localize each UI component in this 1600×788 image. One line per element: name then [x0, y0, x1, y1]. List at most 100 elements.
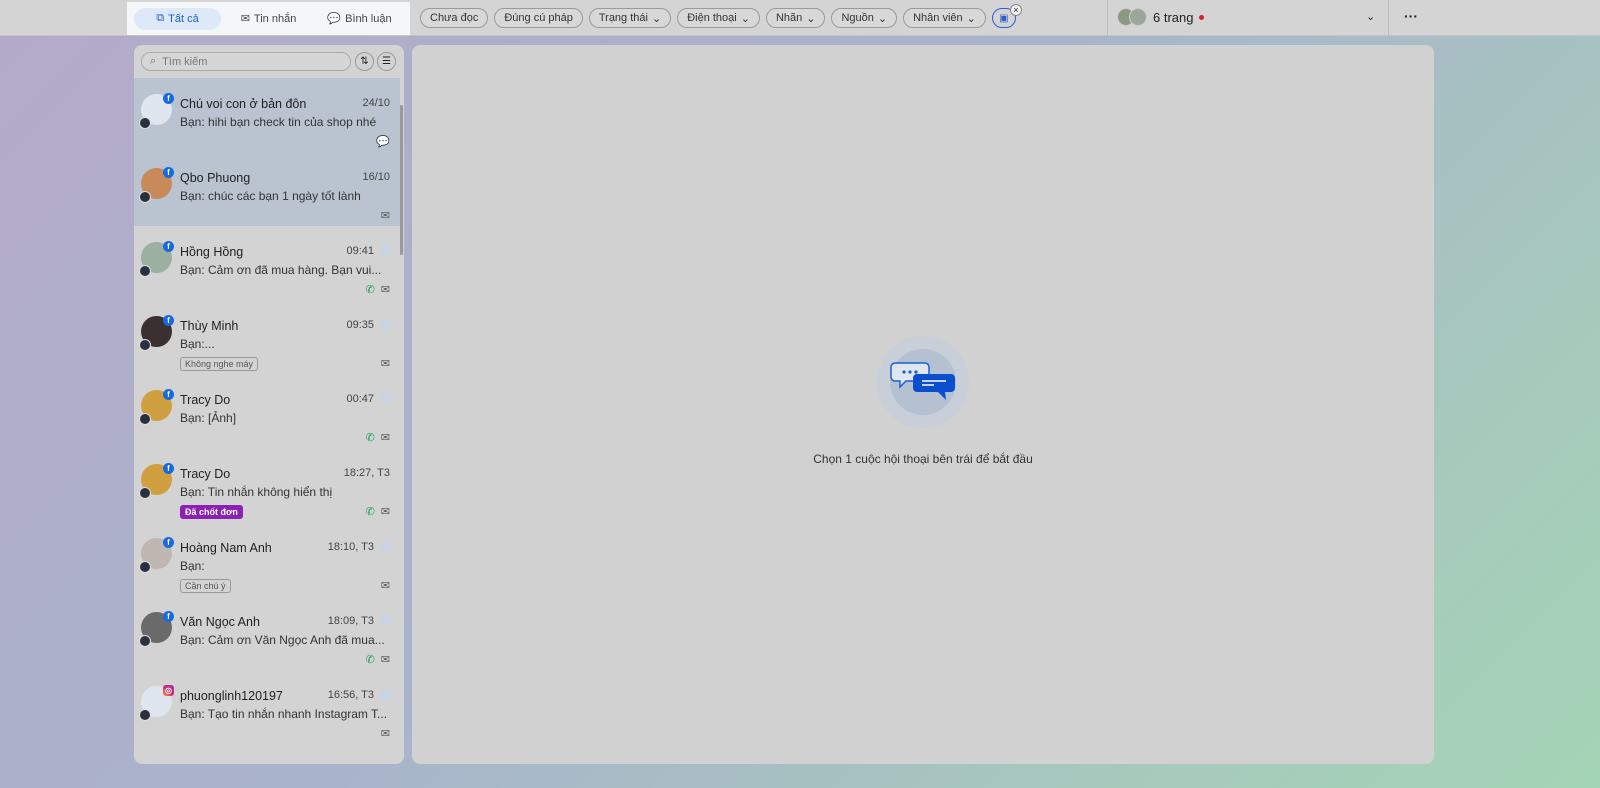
- mail-icon: ✉: [380, 284, 390, 296]
- assignee-icon: [380, 319, 391, 330]
- facebook-icon: f: [163, 389, 174, 400]
- contact-name: Chú voi con ở bản đôn: [180, 97, 307, 111]
- mail-icon: ✉: [380, 506, 390, 518]
- scrollbar[interactable]: [400, 105, 403, 255]
- contact-name: Tracy Do: [180, 393, 231, 407]
- filter-chip[interactable]: Nguồn ⌄: [831, 8, 898, 28]
- timestamp: 18:09, T3: [327, 615, 374, 627]
- search-icon: ⌕: [150, 55, 157, 67]
- timestamp: 16/10: [362, 171, 390, 183]
- filter-chip[interactable]: Điện thoại ⌄: [677, 8, 760, 28]
- label-tag: Không nghe máy: [180, 357, 259, 371]
- tab-all[interactable]: ⧉ Tất cả: [134, 7, 221, 30]
- timestamp: 09:41: [346, 245, 374, 257]
- contact-name: Thùy Minh: [180, 319, 239, 333]
- top-bar: ⧉ Tất cả ✉ Tin nhắn 💬 Bình luận Chưa đọc Đún…: [0, 0, 1600, 36]
- page-avatar: [139, 339, 151, 351]
- page-avatar: [139, 561, 151, 573]
- mail-icon: ✉: [380, 654, 390, 666]
- channel-icons: ✉: [381, 209, 390, 222]
- conversation-item[interactable]: f Tracy Do 00:47 Bạn: [Ảnh] ✆ ✉: [134, 374, 400, 448]
- date-filter-button[interactable]: ▣ ×: [991, 4, 1022, 28]
- chevron-down-icon: ⌄: [877, 12, 888, 25]
- channel-icons: 💬: [376, 135, 390, 148]
- conversation-item[interactable]: f Văn Ngọc Anh 18:09, T3 Bạn: Cảm ơn Văn…: [134, 596, 400, 670]
- timestamp: 24/10: [362, 97, 390, 109]
- conversation-panel: ⌕ Tìm kiếm ⇅ ☰ f Chú voi con ở bản đôn 24…: [134, 45, 404, 764]
- filter-chip[interactable]: Nhân viên ⌄: [903, 8, 986, 28]
- more-icon[interactable]: ···: [1404, 8, 1418, 24]
- message-preview: Bạn: Cảm ơn đã mua hàng. Bạn vui...: [180, 263, 382, 277]
- channel-icons: ✉: [381, 357, 390, 370]
- tab-label: Tất cả: [168, 12, 199, 25]
- channel-icons: ✉: [381, 727, 390, 740]
- phone-icon: ✆: [365, 284, 375, 296]
- contact-name: Hồng Hồng: [180, 245, 244, 259]
- filter-label: Nhãn: [775, 12, 803, 24]
- facebook-icon: f: [163, 463, 174, 474]
- phone-icon: ✆: [365, 432, 375, 444]
- conversation-list: f Chú voi con ở bản đôn 24/10 Bạn: hihi …: [134, 78, 400, 744]
- chevron-down-icon: ⌄: [806, 12, 816, 25]
- conversation-item[interactable]: f Tracy Do 18:27, T3 Bạn: Tin nhắn không…: [134, 448, 400, 522]
- page-avatar: [139, 265, 151, 277]
- phone-icon: ✆: [365, 654, 375, 666]
- contact-name: phuonglinh120197: [180, 689, 283, 703]
- timestamp: 18:27, T3: [343, 467, 390, 479]
- conversation-item[interactable]: f Chú voi con ở bản đôn 24/10 Bạn: hihi …: [134, 78, 400, 152]
- contact-name: Tracy Do: [180, 467, 231, 481]
- tab-messages[interactable]: ✉ Tin nhắn: [225, 8, 312, 30]
- filter-chip[interactable]: Trạng thái ⌄: [588, 8, 672, 28]
- filter-chip[interactable]: Đúng cú pháp: [494, 8, 583, 28]
- tab-label: Bình luận: [345, 12, 392, 25]
- timestamp: 00:47: [346, 393, 374, 405]
- assignee-icon: [380, 245, 391, 256]
- phone-icon: ✆: [365, 506, 375, 518]
- page-avatar: [1129, 8, 1147, 26]
- label-tag: Cần chú ý: [180, 579, 231, 593]
- tab-comments[interactable]: 💬 Bình luận: [316, 8, 403, 30]
- page-count: 6 trang: [1153, 9, 1194, 25]
- assignee-icon: [380, 393, 391, 404]
- close-icon[interactable]: ×: [1009, 4, 1022, 16]
- chevron-down-icon[interactable]: ⌄: [1366, 10, 1375, 23]
- message-preview: Bạn:: [180, 559, 205, 573]
- message-preview: Bạn: Cảm ơn Văn Ngọc Anh đã mua...: [180, 633, 385, 647]
- conversation-item[interactable]: f Hoàng Nam Anh 18:10, T3 Bạn: Cần chú ý ✉: [134, 522, 400, 596]
- notification-dot: [1199, 14, 1205, 20]
- chevron-down-icon: ⌄: [651, 12, 662, 25]
- conversation-item[interactable]: ◎ phuonglinh120197 16:56, T3 Bạn: Tạo ti…: [134, 670, 400, 744]
- filter-chip[interactable]: Nhãn ⌄: [765, 8, 826, 28]
- filter-label: Chưa đọc: [430, 12, 479, 24]
- search-input[interactable]: ⌕ Tìm kiếm: [141, 52, 351, 71]
- assignee-icon: [380, 615, 391, 626]
- comment-icon: 💬: [376, 136, 390, 148]
- filter-chips: Chưa đọc Đúng cú pháp Trạng thái ⌄ Điện thoạ…: [420, 4, 1022, 28]
- mail-icon: ✉: [380, 358, 390, 370]
- comment-icon: 💬: [327, 13, 342, 25]
- tab-label: Tin nhắn: [253, 12, 297, 25]
- mail-icon: ✉: [240, 13, 250, 25]
- conversation-item[interactable]: f Qbo Phuong 16/10 Bạn: chúc các bạn 1 n…: [134, 152, 400, 226]
- filter-chip[interactable]: Chưa đọc: [420, 8, 489, 28]
- filter-label: Trạng thái: [598, 12, 648, 24]
- channel-icons: ✉: [381, 579, 390, 592]
- conversation-item[interactable]: f Thùy Minh 09:35 Bạn:... Không nghe máy ✉: [134, 300, 400, 374]
- facebook-icon: f: [163, 93, 174, 104]
- search-placeholder: Tìm kiếm: [162, 55, 208, 68]
- facebook-icon: f: [163, 315, 174, 326]
- divider: [1388, 0, 1389, 36]
- page-selector[interactable]: 6 trang: [1117, 8, 1205, 26]
- filter-label: Nguồn: [841, 12, 874, 24]
- message-preview: Bạn: [Ảnh]: [180, 411, 237, 425]
- mail-icon: ✉: [380, 728, 390, 740]
- timestamp: 16:56, T3: [327, 689, 374, 701]
- conversation-item[interactable]: f Hồng Hồng 09:41 Bạn: Cảm ơn đã mua hàn…: [134, 226, 400, 300]
- page-avatar: [139, 191, 151, 203]
- channel-icons: ✆ ✉: [366, 653, 390, 666]
- contact-name: Qbo Phuong: [180, 171, 251, 185]
- mail-icon: ✉: [380, 210, 390, 222]
- assignee-icon: [380, 689, 391, 700]
- filter-list-button[interactable]: ☰: [377, 52, 396, 71]
- sort-button[interactable]: ⇅: [355, 52, 374, 71]
